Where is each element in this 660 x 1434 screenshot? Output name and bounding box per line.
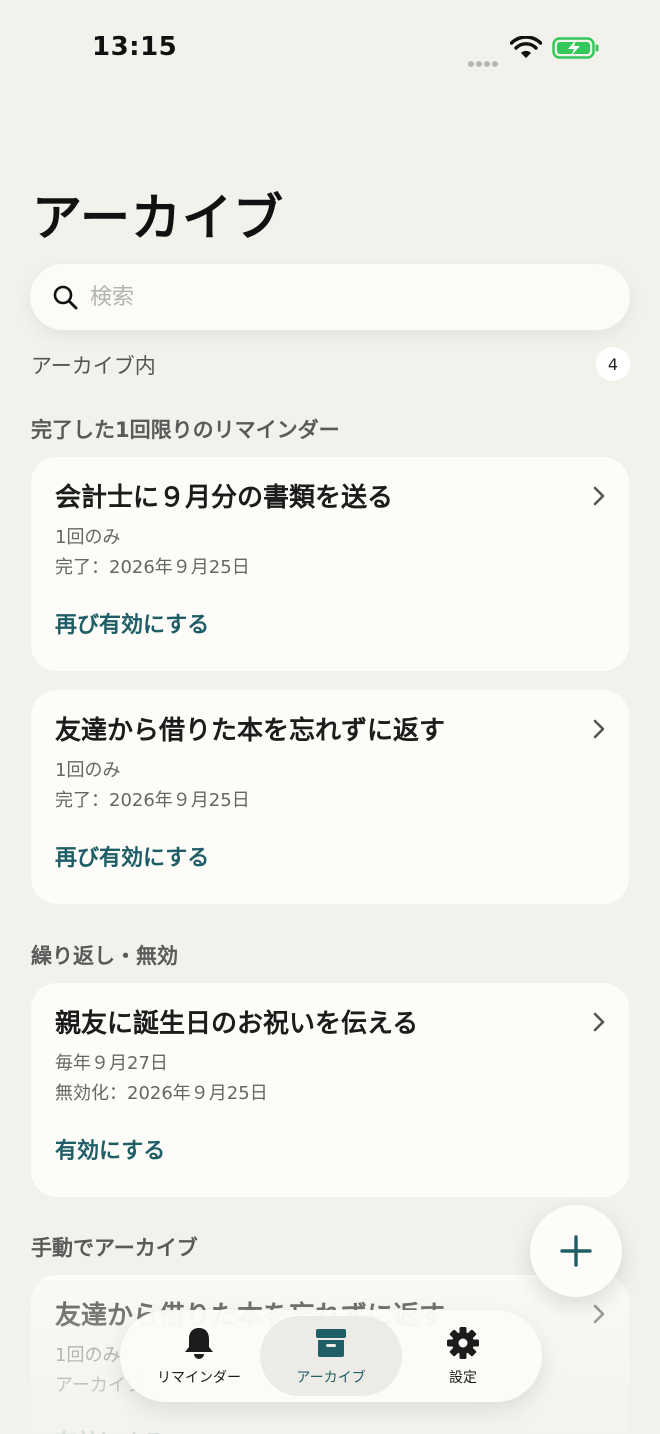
tab-reminders[interactable]: リマインダー bbox=[128, 1316, 270, 1396]
section-header-completed: 完了した1回限りのリマインダー bbox=[31, 418, 340, 442]
search-icon bbox=[53, 285, 78, 310]
archive-summary-label: アーカイブ内 bbox=[31, 354, 156, 378]
bell-icon bbox=[185, 1328, 213, 1359]
enable-button[interactable]: 有効にする bbox=[55, 1133, 165, 1165]
card-status-date: 無効化：2026年９月25日 bbox=[55, 1083, 268, 1104]
gear-icon bbox=[447, 1327, 479, 1359]
tab-label: アーカイブ bbox=[296, 1370, 366, 1386]
card-status-date: 完了：2026年９月25日 bbox=[55, 790, 250, 811]
card-schedule: 毎年９月27日 bbox=[55, 1053, 168, 1074]
status-bar: 13:15 bbox=[0, 0, 660, 100]
card-status-date: 完了：2026年９月25日 bbox=[55, 557, 250, 578]
chevron-right-icon bbox=[593, 486, 605, 506]
add-reminder-button[interactable] bbox=[530, 1205, 622, 1297]
signal-dots-icon bbox=[468, 52, 502, 67]
section-header-manual-archive: 手動でアーカイブ bbox=[31, 1236, 198, 1260]
card-title: 親友に誕生日のお祝いを伝える bbox=[55, 1009, 419, 1039]
battery-charging-icon bbox=[552, 37, 599, 59]
reminder-card[interactable]: 会計士に９月分の書類を送る 1回のみ 完了：2026年９月25日 再び有効にする bbox=[31, 457, 629, 671]
page-title: アーカイブ bbox=[32, 189, 284, 247]
tab-archive[interactable]: アーカイブ bbox=[260, 1316, 402, 1396]
card-schedule: 1回のみ bbox=[55, 760, 121, 781]
section-header-repeat-disabled: 繰り返し・無効 bbox=[31, 944, 178, 968]
chevron-right-icon bbox=[593, 1012, 605, 1032]
card-schedule: 1回のみ bbox=[55, 1345, 121, 1366]
chevron-right-icon bbox=[593, 719, 605, 739]
tab-bar: リマインダー アーカイブ 設定 bbox=[120, 1310, 542, 1402]
wifi-icon bbox=[510, 36, 542, 58]
tab-settings[interactable]: 設定 bbox=[392, 1316, 534, 1396]
reactivate-button[interactable]: 再び有効にする bbox=[55, 607, 209, 639]
card-title: 友達から借りた本を忘れずに返す bbox=[55, 716, 446, 746]
archive-box-icon bbox=[316, 1329, 346, 1357]
card-title: 会計士に９月分の書類を送る bbox=[55, 483, 394, 513]
search-input[interactable] bbox=[90, 284, 570, 310]
reactivate-button[interactable]: 再び有効にする bbox=[55, 840, 209, 872]
tab-label: 設定 bbox=[449, 1370, 477, 1386]
status-time: 13:15 bbox=[92, 32, 178, 62]
enable-button[interactable]: 有効にする bbox=[55, 1425, 165, 1434]
plus-icon bbox=[560, 1235, 592, 1267]
chevron-right-icon bbox=[593, 1304, 605, 1324]
tab-label: リマインダー bbox=[157, 1370, 241, 1386]
reminder-card[interactable]: 親友に誕生日のお祝いを伝える 毎年９月27日 無効化：2026年９月25日 有効… bbox=[31, 983, 629, 1197]
reminder-card[interactable]: 友達から借りた本を忘れずに返す 1回のみ 完了：2026年９月25日 再び有効に… bbox=[31, 690, 629, 904]
archive-count-badge: 4 bbox=[596, 347, 630, 381]
card-schedule: 1回のみ bbox=[55, 527, 121, 548]
search-bar[interactable] bbox=[30, 264, 630, 330]
